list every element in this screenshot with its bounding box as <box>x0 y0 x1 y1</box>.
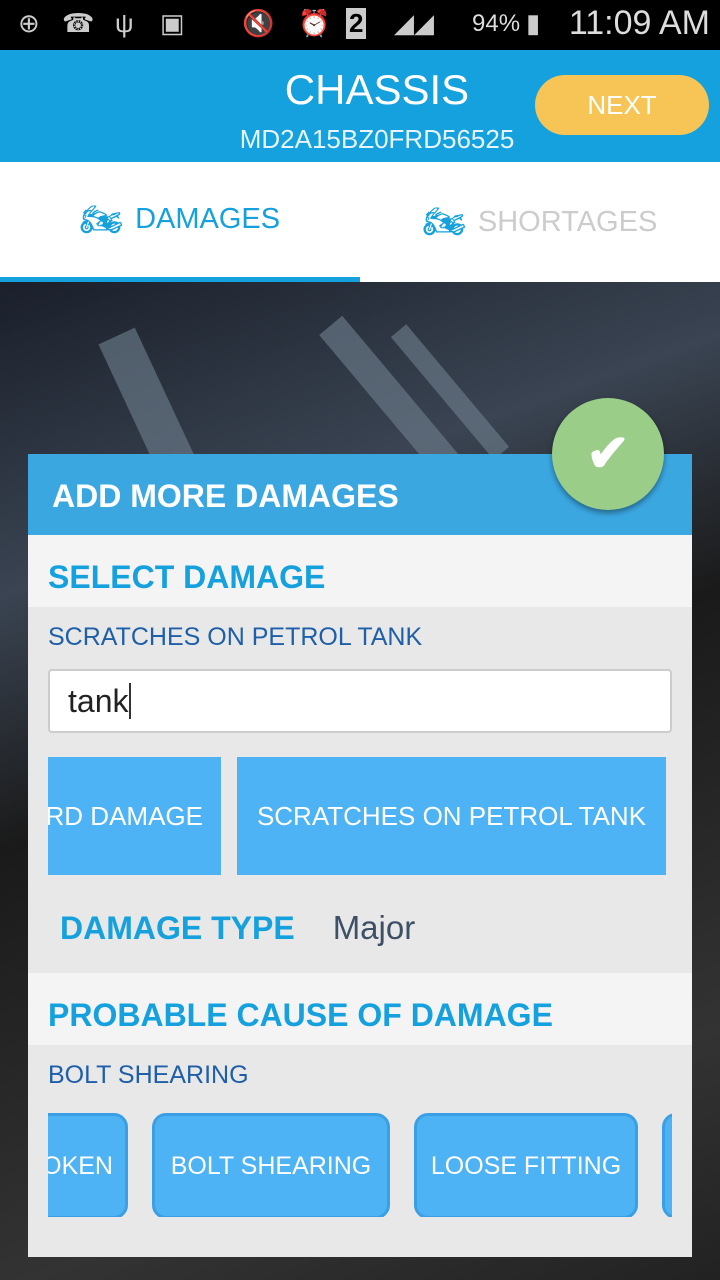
tab-damages[interactable]: 🏍 DAMAGES <box>0 162 360 282</box>
battery-charging-icon: ▮ <box>526 8 541 38</box>
next-button[interactable]: NEXT <box>535 75 709 135</box>
bike-part-icon: 🏍 <box>422 203 466 241</box>
damage-type-row: DAMAGE TYPE Major <box>28 883 692 973</box>
cause-option[interactable]: LOOSE FITTING <box>414 1113 638 1217</box>
tab-label: DAMAGES <box>135 203 281 235</box>
status-bar: ⊕ ☎ ψ ▣ 🔇 ⏰ 2 ◢◢ 94% ▮ 11:09 AM <box>0 0 720 50</box>
image-icon: ▣ <box>160 8 185 38</box>
add-notification-icon: ⊕ <box>18 8 40 38</box>
damaged-bike-icon: 🏍 <box>79 200 124 239</box>
check-icon: ✔ <box>586 425 630 483</box>
selected-damage: SCRATCHES ON PETROL TANK <box>48 623 423 651</box>
cause-option[interactable]: BOLT SHEARING <box>152 1113 390 1217</box>
signal-icon: ◢◢ <box>394 8 434 38</box>
vibrate-mute-icon: 🔇 <box>242 8 275 38</box>
app-header: CHASSIS MD2A15BZ0FRD56525 NEXT <box>0 50 720 162</box>
damage-options-list[interactable]: RD DAMAGE SCRATCHES ON PETROL TANK <box>48 733 672 883</box>
cause-heading: PROBABLE CAUSE OF DAMAGE <box>28 973 692 1045</box>
confirm-button[interactable]: ✔ <box>552 398 664 510</box>
clock: 11:09 AM <box>568 4 710 42</box>
damage-option[interactable]: SCRATCHES ON PETROL TANK <box>237 757 666 875</box>
tab-shortages[interactable]: 🏍 SHORTAGES <box>360 162 720 282</box>
alarm-icon: ⏰ <box>298 8 331 38</box>
damage-option[interactable]: RD DAMAGE <box>48 757 221 875</box>
damage-type-value[interactable]: Major <box>333 909 416 947</box>
selected-cause: BOLT SHEARING <box>48 1061 249 1089</box>
damage-search-input[interactable]: tank <box>48 669 672 733</box>
missed-call-icon: ☎ <box>62 8 95 38</box>
damage-type-label: DAMAGE TYPE <box>60 909 295 946</box>
sim-icon: 2 <box>346 8 367 39</box>
usb-icon: ψ <box>115 8 134 38</box>
cause-option[interactable]: C <box>662 1113 672 1217</box>
select-damage-heading: SELECT DAMAGE <box>28 535 692 607</box>
add-damages-dialog: ADD MORE DAMAGES SELECT DAMAGE SCRATCHES… <box>28 454 692 1257</box>
tab-bar: 🏍 DAMAGES 🏍 SHORTAGES <box>0 162 720 282</box>
cause-option[interactable]: OKEN <box>48 1113 128 1217</box>
tab-label: SHORTAGES <box>477 205 658 238</box>
battery-percent: 94% <box>472 10 521 37</box>
cause-options-list[interactable]: OKEN BOLT SHEARING LOOSE FITTING C <box>48 1107 672 1217</box>
